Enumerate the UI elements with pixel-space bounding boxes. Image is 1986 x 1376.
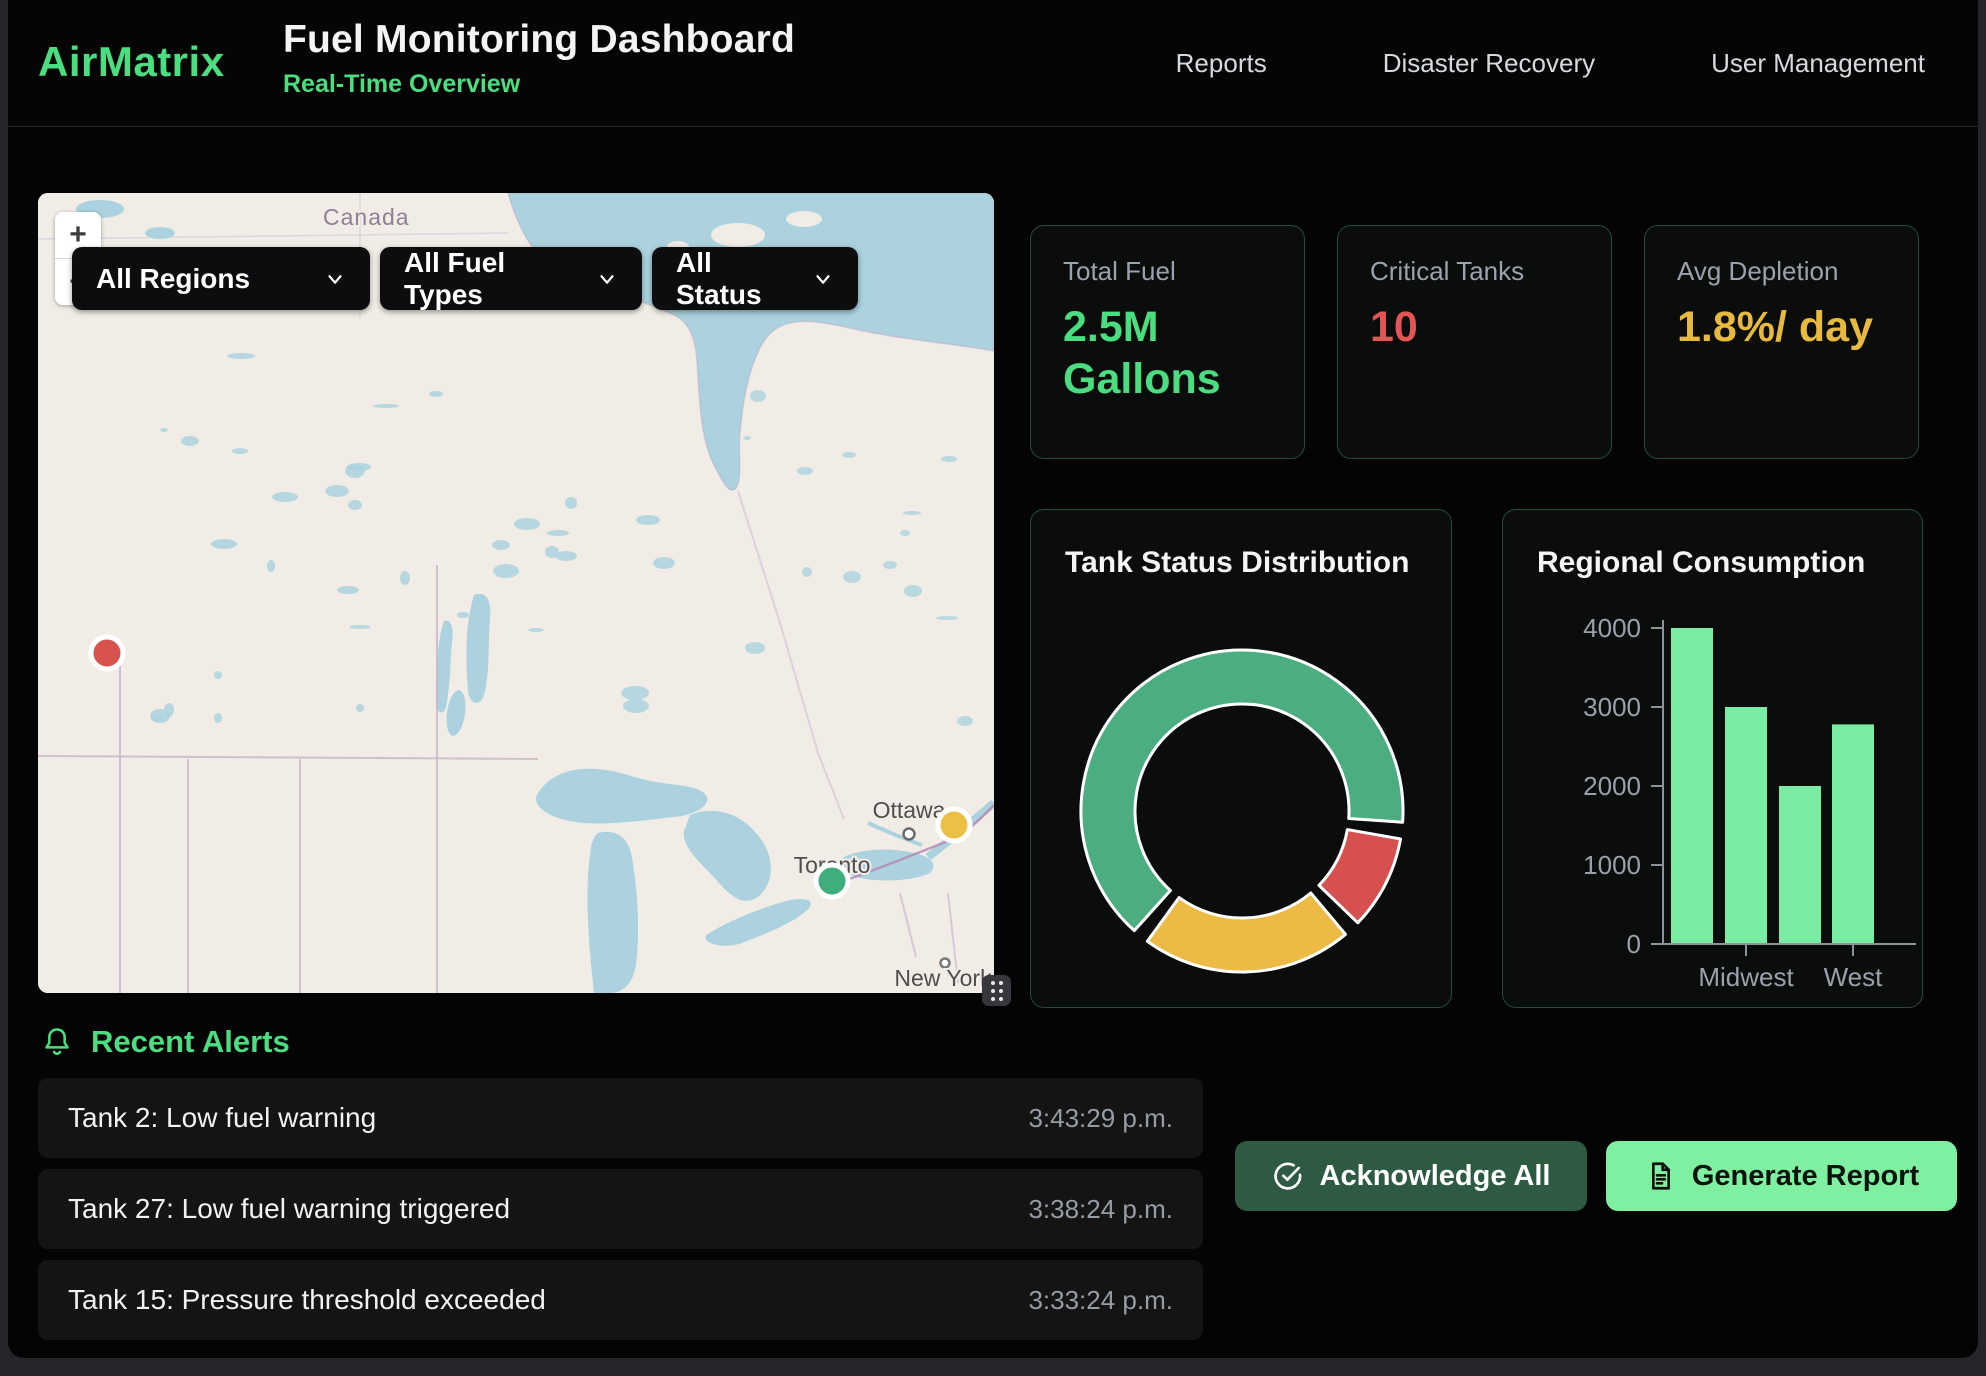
alert-text: Tank 2: Low fuel warning bbox=[68, 1102, 376, 1134]
acknowledge-all-button[interactable]: Acknowledge All bbox=[1235, 1141, 1587, 1211]
filter-dropdown-all-regions[interactable]: All Regions bbox=[72, 247, 370, 310]
donut-segment-critical bbox=[1319, 830, 1401, 923]
brand-logo: AirMatrix bbox=[38, 38, 225, 86]
filter-dropdown-all-fuel-types[interactable]: All Fuel Types bbox=[380, 247, 642, 310]
stat-card-total-fuel: Total Fuel 2.5M Gallons bbox=[1030, 225, 1305, 459]
tank-marker-warning[interactable] bbox=[938, 809, 970, 841]
document-icon bbox=[1644, 1160, 1676, 1192]
map-label-ottawa: Ottawa bbox=[873, 797, 946, 823]
bar-region-3 bbox=[1779, 786, 1821, 944]
x-tick-label: West bbox=[1824, 962, 1884, 992]
recent-alerts-title: Recent Alerts bbox=[91, 1024, 290, 1060]
recent-alerts-header: Recent Alerts bbox=[40, 1024, 290, 1060]
main-nav: Reports Disaster Recovery User Management bbox=[1176, 0, 1925, 126]
generate-report-label: Generate Report bbox=[1692, 1160, 1919, 1193]
stat-label: Avg Depletion bbox=[1677, 256, 1886, 287]
chevron-down-icon bbox=[812, 268, 834, 290]
y-tick-label: 1000 bbox=[1583, 850, 1641, 880]
page-subtitle: Real-Time Overview bbox=[283, 70, 795, 99]
tank-marker-critical[interactable] bbox=[91, 637, 123, 669]
tank-marker-normal[interactable] bbox=[816, 865, 848, 897]
alert-row: Tank 2: Low fuel warning 3:43:29 p.m. bbox=[38, 1078, 1203, 1158]
y-tick-label: 3000 bbox=[1583, 692, 1641, 722]
stat-card-avg-depletion: Avg Depletion 1.8%/ day bbox=[1644, 225, 1919, 459]
nav-item-user-management[interactable]: User Management bbox=[1711, 48, 1925, 79]
donut-chart-title: Tank Status Distribution bbox=[1065, 546, 1409, 580]
alert-timestamp: 3:43:29 p.m. bbox=[1028, 1103, 1173, 1134]
generate-report-button[interactable]: Generate Report bbox=[1606, 1141, 1957, 1211]
map-filter-bar: All Regions All Fuel Types All Status bbox=[72, 247, 858, 310]
tank-status-card: Tank Status Distribution bbox=[1030, 509, 1452, 1008]
alert-text: Tank 15: Pressure threshold exceeded bbox=[68, 1284, 546, 1316]
bar-midwest bbox=[1725, 707, 1767, 944]
check-circle-icon bbox=[1272, 1160, 1304, 1192]
x-tick-label: Midwest bbox=[1698, 962, 1794, 992]
map-canvas[interactable]: Canada Ottawa Toronto New York bbox=[38, 193, 994, 993]
donut-segment-warning bbox=[1147, 893, 1345, 972]
acknowledge-all-label: Acknowledge All bbox=[1320, 1160, 1551, 1193]
filter-label: All Status bbox=[676, 247, 794, 311]
nav-item-disaster-recovery[interactable]: Disaster Recovery bbox=[1383, 48, 1595, 79]
regional-consumption-bar-chart: 0 1000 2000 3000 4000 Midwest West bbox=[1503, 510, 1924, 1007]
title-block: Fuel Monitoring Dashboard Real-Time Over… bbox=[283, 18, 795, 99]
filter-dropdown-all-status[interactable]: All Status bbox=[652, 247, 858, 310]
stat-value: 2.5M Gallons bbox=[1063, 301, 1272, 406]
map-label-canada: Canada bbox=[323, 204, 410, 230]
filter-label: All Fuel Types bbox=[404, 247, 578, 311]
stat-card-row: Total Fuel 2.5M Gallons Critical Tanks 10 Av… bbox=[1030, 225, 1919, 459]
nav-item-reports[interactable]: Reports bbox=[1176, 48, 1267, 79]
alert-list: Tank 2: Low fuel warning3:43:29 p.m.Tank… bbox=[38, 1078, 1203, 1351]
stat-card-critical-tanks: Critical Tanks 10 bbox=[1337, 225, 1612, 459]
filter-label: All Regions bbox=[96, 263, 250, 295]
y-tick-label: 2000 bbox=[1583, 771, 1641, 801]
ottawa-city-dot bbox=[904, 829, 915, 840]
regional-consumption-card: Regional Consumption 01000200030004000Mi… bbox=[1502, 509, 1923, 1008]
bar-region-1 bbox=[1671, 628, 1713, 944]
y-tick-label: 4000 bbox=[1583, 613, 1641, 643]
stat-value: 10 bbox=[1370, 301, 1579, 353]
header: AirMatrix Fuel Monitoring Dashboard Real… bbox=[8, 0, 1978, 127]
drag-handle[interactable] bbox=[982, 975, 1011, 1006]
bell-icon bbox=[40, 1025, 74, 1059]
tank-status-donut-chart bbox=[1079, 648, 1405, 974]
stat-label: Total Fuel bbox=[1063, 256, 1272, 287]
alert-timestamp: 3:38:24 p.m. bbox=[1028, 1194, 1173, 1225]
y-tick-label: 0 bbox=[1627, 929, 1641, 959]
bar-west bbox=[1832, 724, 1874, 944]
map-panel: Canada Ottawa Toronto New York + − All R… bbox=[38, 193, 994, 993]
alert-row: Tank 15: Pressure threshold exceeded 3:33… bbox=[38, 1260, 1203, 1340]
map-label-new-york: New York bbox=[894, 965, 992, 991]
stat-label: Critical Tanks bbox=[1370, 256, 1579, 287]
chevron-down-icon bbox=[596, 268, 618, 290]
alert-row: Tank 27: Low fuel warning triggered 3:38:… bbox=[38, 1169, 1203, 1249]
alert-timestamp: 3:33:24 p.m. bbox=[1028, 1285, 1173, 1316]
stat-value: 1.8%/ day bbox=[1677, 301, 1886, 353]
map-svg: Canada Ottawa Toronto New York bbox=[38, 193, 994, 993]
page-title: Fuel Monitoring Dashboard bbox=[283, 18, 795, 62]
chevron-down-icon bbox=[324, 268, 346, 290]
alert-text: Tank 27: Low fuel warning triggered bbox=[68, 1193, 510, 1225]
